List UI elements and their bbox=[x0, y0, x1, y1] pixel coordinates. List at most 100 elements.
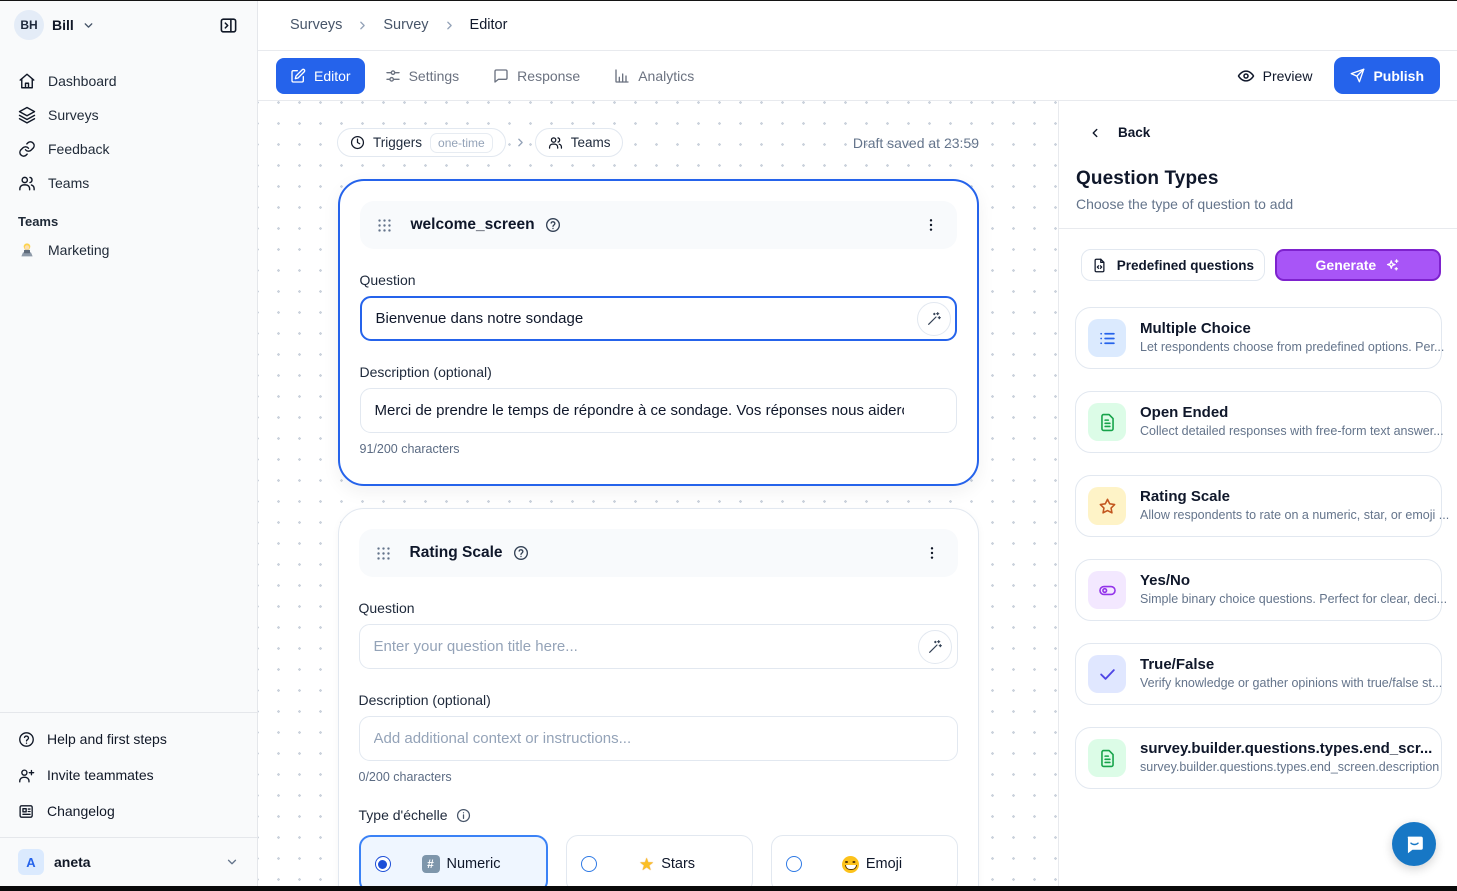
triggers-pill[interactable]: Triggers one-time bbox=[337, 128, 506, 157]
kebab-menu-icon[interactable] bbox=[919, 213, 943, 237]
scale-option-emoji[interactable]: Emoji bbox=[771, 835, 958, 891]
user-plus-icon bbox=[18, 767, 35, 784]
panel-title: Question Types bbox=[1059, 140, 1457, 190]
question-type-yes-no[interactable]: Yes/No Simple binary choice questions. P… bbox=[1075, 559, 1442, 621]
tab-analytics[interactable]: Analytics bbox=[600, 58, 708, 94]
kebab-menu-icon[interactable] bbox=[920, 541, 944, 565]
publish-button[interactable]: Publish bbox=[1334, 57, 1440, 94]
question-card-rating-scale[interactable]: Rating Scale Question bbox=[338, 508, 979, 891]
sidebar-nav: Dashboard Surveys Feedback Teams bbox=[0, 50, 257, 200]
question-type-title: survey.builder.questions.types.end_scr..… bbox=[1140, 740, 1432, 757]
sidebar-collapse-button[interactable] bbox=[213, 10, 243, 40]
radio-icon[interactable] bbox=[581, 856, 597, 872]
sidebar-item-teams[interactable]: Teams bbox=[8, 166, 249, 200]
bar-chart-icon bbox=[614, 68, 630, 84]
window-bottom-border bbox=[0, 886, 1457, 891]
toggle-icon bbox=[1088, 571, 1126, 609]
home-icon bbox=[18, 72, 36, 90]
question-type-true-false[interactable]: True/False Verify knowledge or gather op… bbox=[1075, 643, 1442, 705]
description-field-label: Description (optional) bbox=[359, 692, 958, 708]
breadcrumb-survey[interactable]: Survey bbox=[383, 17, 428, 33]
breadcrumb-surveys[interactable]: Surveys bbox=[290, 17, 342, 33]
question-type-title: True/False bbox=[1140, 656, 1214, 673]
panel-collapse-icon bbox=[219, 16, 238, 35]
generate-button[interactable]: Generate bbox=[1275, 249, 1441, 281]
predefined-questions-button[interactable]: Predefined questions bbox=[1081, 249, 1265, 281]
triggers-label: Triggers bbox=[373, 135, 422, 150]
question-type-end-screen[interactable]: survey.builder.questions.types.end_scr..… bbox=[1075, 727, 1442, 789]
link-icon bbox=[18, 140, 36, 158]
back-button[interactable]: Back bbox=[1059, 101, 1457, 140]
sidebar-item-label: Feedback bbox=[48, 141, 109, 157]
info-circle-icon[interactable] bbox=[456, 808, 471, 823]
sidebar-team-marketing[interactable]: Marketing bbox=[0, 233, 257, 267]
sidebar-item-label: Dashboard bbox=[48, 73, 117, 89]
help-circle-icon[interactable] bbox=[545, 217, 561, 233]
chevron-down-icon bbox=[225, 855, 239, 869]
question-description-input[interactable] bbox=[359, 716, 958, 761]
star-emoji-icon: ★ bbox=[639, 856, 654, 873]
sidebar-item-feedback[interactable]: Feedback bbox=[8, 132, 249, 166]
footer-item-label: Help and first steps bbox=[47, 731, 167, 747]
question-type-description: Collect detailed responses with free-for… bbox=[1140, 424, 1444, 438]
question-type-open-ended[interactable]: Open Ended Collect detailed responses wi… bbox=[1075, 391, 1442, 453]
predefined-questions-label: Predefined questions bbox=[1117, 258, 1254, 273]
org-name: aneta bbox=[54, 854, 91, 870]
radio-selected-icon[interactable] bbox=[375, 856, 391, 872]
scale-option-numeric[interactable]: # Numeric bbox=[359, 835, 548, 891]
scale-option-label: Stars bbox=[661, 856, 695, 872]
sidebar-item-dashboard[interactable]: Dashboard bbox=[8, 64, 249, 98]
help-circle-icon[interactable] bbox=[513, 545, 529, 561]
grip-icon[interactable] bbox=[376, 217, 393, 234]
users-icon bbox=[548, 135, 563, 150]
panel-actions: Predefined questions Generate bbox=[1059, 229, 1457, 281]
editor-tabbar: Editor Settings Response Analytics bbox=[258, 51, 1457, 101]
sidebar: BH Bill Dashboard Surv bbox=[0, 0, 258, 891]
team-label: Marketing bbox=[48, 242, 109, 258]
tab-label: Response bbox=[517, 68, 580, 84]
question-card-welcome-screen[interactable]: welcome_screen Question bbox=[338, 179, 979, 486]
users-icon bbox=[18, 174, 36, 192]
question-title-input[interactable] bbox=[359, 624, 958, 669]
org-avatar: A bbox=[18, 849, 44, 875]
question-card-header[interactable]: welcome_screen bbox=[360, 201, 957, 249]
question-card-title: Rating Scale bbox=[410, 544, 503, 562]
workspace-switcher[interactable]: BH Bill bbox=[0, 0, 257, 50]
question-title-input[interactable] bbox=[360, 296, 957, 341]
magic-wand-icon[interactable] bbox=[917, 302, 951, 336]
layers-icon bbox=[18, 106, 36, 124]
question-field-label: Question bbox=[359, 600, 958, 616]
chevron-right-icon bbox=[443, 19, 456, 32]
draft-status: Draft saved at 23:59 bbox=[853, 135, 979, 151]
sparkles-icon bbox=[1385, 258, 1400, 273]
sidebar-item-surveys[interactable]: Surveys bbox=[8, 98, 249, 132]
sidebar-item-changelog[interactable]: Changelog bbox=[8, 793, 249, 829]
radio-icon[interactable] bbox=[786, 856, 802, 872]
magic-wand-icon[interactable] bbox=[918, 630, 952, 664]
file-text-icon bbox=[1088, 739, 1126, 777]
sidebar-footer: Help and first steps Invite teammates Ch… bbox=[0, 712, 257, 886]
sidebar-item-help[interactable]: Help and first steps bbox=[8, 721, 249, 757]
grip-icon[interactable] bbox=[375, 545, 392, 562]
question-description-input[interactable] bbox=[360, 388, 957, 433]
scale-option-stars[interactable]: ★ Stars bbox=[566, 835, 753, 891]
sidebar-item-invite[interactable]: Invite teammates bbox=[8, 757, 249, 793]
preview-label: Preview bbox=[1263, 68, 1313, 84]
tab-settings[interactable]: Settings bbox=[371, 58, 474, 94]
preview-button[interactable]: Preview bbox=[1237, 67, 1313, 85]
breadcrumb: Surveys Survey Editor bbox=[290, 17, 507, 33]
tab-response[interactable]: Response bbox=[479, 58, 594, 94]
footer-item-label: Invite teammates bbox=[47, 767, 154, 783]
question-card-header[interactable]: Rating Scale bbox=[359, 529, 958, 577]
trigger-mode-badge: one-time bbox=[430, 133, 493, 153]
teams-pill[interactable]: Teams bbox=[535, 128, 624, 157]
question-type-rating-scale[interactable]: Rating Scale Allow respondents to rate o… bbox=[1075, 475, 1442, 537]
question-type-multiple-choice[interactable]: Multiple Choice Let respondents choose f… bbox=[1075, 307, 1442, 369]
chat-launcher-button[interactable] bbox=[1392, 822, 1436, 866]
org-switcher[interactable]: A aneta bbox=[8, 838, 249, 886]
clock-icon bbox=[350, 135, 365, 150]
question-card-title: welcome_screen bbox=[411, 216, 535, 234]
workspace-name: Bill bbox=[52, 17, 74, 33]
sliders-icon bbox=[385, 68, 401, 84]
tab-editor[interactable]: Editor bbox=[276, 58, 365, 94]
